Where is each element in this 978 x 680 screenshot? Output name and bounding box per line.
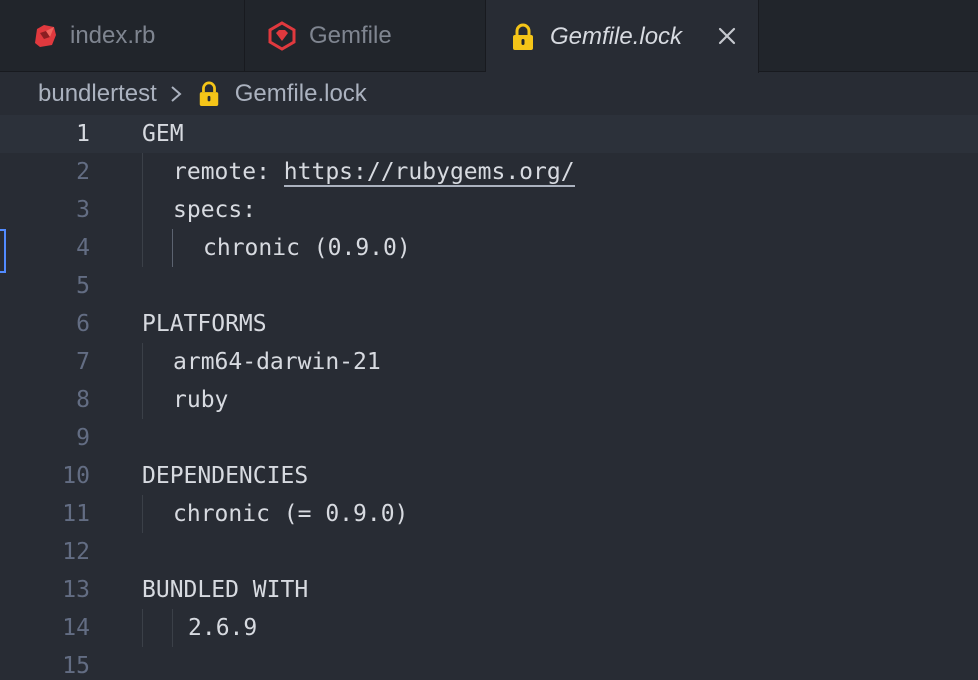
code-text: chronic (0.9.0) xyxy=(203,235,411,261)
code-line[interactable]: 2 remote: https://rubygems.org/ xyxy=(0,153,978,191)
line-number: 12 xyxy=(62,539,90,565)
tab-gemfile[interactable]: Gemfile xyxy=(245,0,486,72)
indent-guide xyxy=(142,153,143,267)
code-line[interactable]: 14 2.6.9 xyxy=(0,609,978,647)
url-link[interactable]: https://rubygems.org/ xyxy=(283,159,575,187)
line-number: 9 xyxy=(76,425,90,451)
indent-guide xyxy=(142,343,143,419)
line-number: 3 xyxy=(76,197,90,223)
code-line[interactable]: 7 arm64-darwin-21 xyxy=(0,343,978,381)
gem-icon xyxy=(267,21,297,51)
chevron-right-icon xyxy=(163,81,189,107)
code-key: remote: xyxy=(173,159,284,185)
code-text: ruby xyxy=(173,387,229,413)
lock-icon xyxy=(508,22,538,52)
tab-index-rb[interactable]: index.rb xyxy=(0,0,245,72)
lock-icon xyxy=(195,80,223,108)
line-number: 7 xyxy=(76,349,90,375)
ruby-icon xyxy=(30,21,60,51)
code-text: remote: https://rubygems.org/ xyxy=(173,153,575,191)
code-text: BUNDLED WITH xyxy=(142,577,309,603)
code-editor[interactable]: 1 GEM 2 remote: https://rubygems.org/ 3 … xyxy=(0,115,978,680)
tab-label: Gemfile xyxy=(309,22,392,49)
code-text: GEM xyxy=(142,121,184,147)
code-line[interactable]: 4 chronic (0.9.0) xyxy=(0,229,978,267)
code-line[interactable]: 3 specs: xyxy=(0,191,978,229)
tab-bar: index.rb Gemfile Gemfile.lock xyxy=(0,0,978,73)
code-text: PLATFORMS xyxy=(142,311,267,337)
code-line[interactable]: 12 xyxy=(0,533,978,571)
close-icon[interactable] xyxy=(714,23,740,49)
line-number: 14 xyxy=(62,615,90,641)
code-text: 2.6.9 xyxy=(188,615,258,641)
code-line[interactable]: 13 BUNDLED WITH xyxy=(0,571,978,609)
tab-gemfile-lock[interactable]: Gemfile.lock xyxy=(486,0,759,73)
indent-guide xyxy=(172,609,173,647)
line-number: 1 xyxy=(76,121,90,147)
line-number: 10 xyxy=(62,463,90,489)
line-number: 8 xyxy=(76,387,90,413)
indent-guide xyxy=(142,609,143,647)
tab-label: Gemfile.lock xyxy=(550,22,683,50)
indent-guide xyxy=(142,495,143,533)
code-text: DEPENDENCIES xyxy=(142,463,309,489)
breadcrumb-file[interactable]: Gemfile.lock xyxy=(235,80,367,108)
code-line[interactable]: 5 xyxy=(0,267,978,305)
breadcrumb: bundlertest Gemfile.lock xyxy=(0,73,978,115)
breadcrumb-folder[interactable]: bundlertest xyxy=(38,80,157,108)
code-line[interactable]: 11 chronic (= 0.9.0) xyxy=(0,495,978,533)
indent-guide xyxy=(172,229,173,267)
code-line[interactable]: 9 xyxy=(0,419,978,457)
code-line[interactable]: 6 PLATFORMS xyxy=(0,305,978,343)
code-line[interactable]: 10 DEPENDENCIES xyxy=(0,457,978,495)
line-number: 4 xyxy=(76,235,90,261)
code-text: chronic (= 0.9.0) xyxy=(173,501,409,527)
code-line[interactable]: 1 GEM xyxy=(0,115,978,153)
line-number: 5 xyxy=(76,273,90,299)
code-text: arm64-darwin-21 xyxy=(173,349,381,375)
line-number: 11 xyxy=(62,501,90,527)
code-line[interactable]: 15 xyxy=(0,647,978,680)
line-number: 13 xyxy=(62,577,90,603)
code-line[interactable]: 8 ruby xyxy=(0,381,978,419)
cursor-line-marker xyxy=(0,229,6,273)
line-number: 2 xyxy=(76,159,90,185)
line-number: 6 xyxy=(76,311,90,337)
code-text: specs: xyxy=(173,197,257,223)
tab-label: index.rb xyxy=(70,22,156,49)
line-number: 15 xyxy=(62,653,90,679)
